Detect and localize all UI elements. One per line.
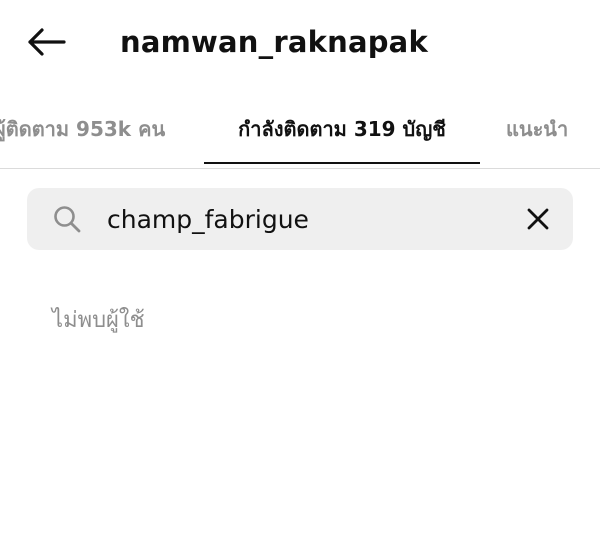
tab-following[interactable]: กำลังติดตาม 319 บัญชี	[204, 96, 480, 166]
arrow-left-icon	[28, 28, 66, 56]
search-icon	[54, 206, 81, 233]
tab-suggested[interactable]: แนะนำ	[506, 96, 568, 166]
clear-search-button[interactable]	[523, 204, 553, 234]
follow-tabs: ผู้ติดตาม 953k คน กำลังติดตาม 319 บัญชี …	[0, 96, 600, 168]
tabs-divider	[0, 168, 600, 169]
top-bar: namwan_raknapak	[0, 0, 600, 84]
no-results-message: ไม่พบผู้ใช้	[52, 308, 145, 333]
search-input[interactable]	[107, 198, 507, 240]
search-bar	[27, 188, 573, 250]
active-tab-indicator	[204, 162, 480, 164]
tab-followers[interactable]: ผู้ติดตาม 953k คน	[0, 96, 165, 166]
close-icon	[527, 208, 549, 230]
profile-username: namwan_raknapak	[120, 25, 428, 59]
tab-following-label: กำลังติดตาม 319 บัญชี	[238, 117, 446, 141]
back-button[interactable]	[24, 22, 68, 62]
